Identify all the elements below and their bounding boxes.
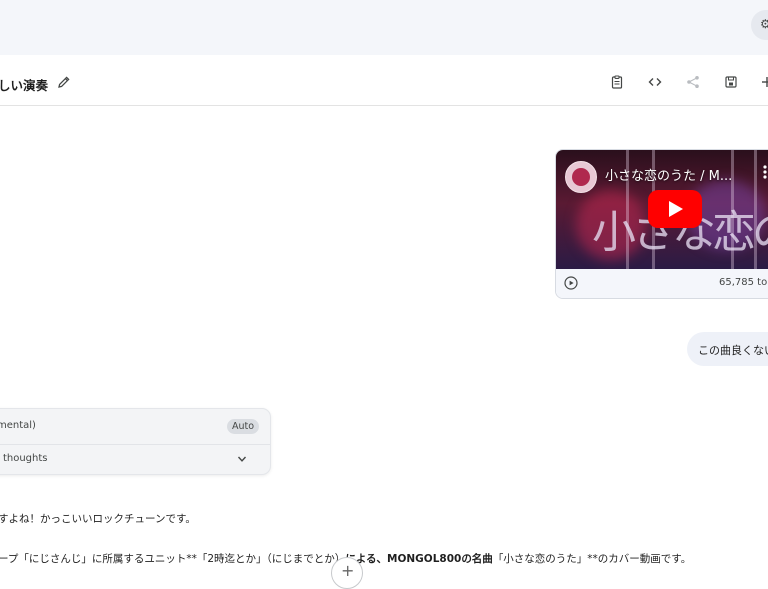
save-icon[interactable] xyxy=(724,75,738,89)
page-title: しい演奏 xyxy=(0,78,49,93)
user-message-bubble: この曲良くない xyxy=(687,332,768,366)
response-line-2-prefix: ープ「にじさんじ」に所属するユニット**「2時迄とか」（にじまでとか） xyxy=(0,553,346,565)
clipboard-icon[interactable] xyxy=(610,75,624,89)
divider xyxy=(0,444,270,445)
chevron-down-icon[interactable] xyxy=(237,454,247,464)
gear-icon: ⚙ xyxy=(760,17,768,31)
video-title[interactable]: 小さな恋のうた / M... xyxy=(605,165,732,184)
response-line-1: すよね！かっこいいロックチューンです。 xyxy=(0,513,196,525)
share-icon[interactable] xyxy=(686,75,700,89)
auto-badge[interactable]: Auto xyxy=(227,419,260,434)
user-message-text: この曲良くない xyxy=(698,344,768,357)
response-line-2-suffix: 「小さな恋のうた」**のカバー動画です。 xyxy=(492,553,692,565)
plus-icon: + xyxy=(341,561,355,580)
play-circle-icon[interactable] xyxy=(564,276,578,290)
settings-button[interactable]: ⚙ xyxy=(751,10,768,40)
code-icon[interactable] xyxy=(648,75,662,89)
add-button[interactable]: + xyxy=(331,557,363,589)
top-bar: ⚙ xyxy=(0,0,768,55)
edit-icon[interactable] xyxy=(57,75,71,89)
response-line-2-bold: による、MONGOL800の名曲 xyxy=(345,553,493,565)
youtube-video-card[interactable]: 小さな恋の 小さな恋のうた / M... 65,785 tok xyxy=(555,149,768,299)
plus-icon[interactable] xyxy=(760,75,768,89)
video-footer: 65,785 tok xyxy=(556,269,768,298)
channel-avatar[interactable] xyxy=(565,161,597,193)
play-button-icon[interactable] xyxy=(648,190,702,228)
more-vert-icon[interactable] xyxy=(762,164,768,180)
video-thumbnail[interactable]: 小さな恋の 小さな恋のうた / M... xyxy=(556,150,768,269)
model-label: mental) xyxy=(0,420,36,431)
token-count: 65,785 tok xyxy=(719,277,768,288)
chat-toolbar: しい演奏 xyxy=(0,55,768,106)
thoughts-panel: mental) Auto l thoughts xyxy=(0,408,271,475)
thoughts-toggle-label[interactable]: l thoughts xyxy=(0,453,48,464)
